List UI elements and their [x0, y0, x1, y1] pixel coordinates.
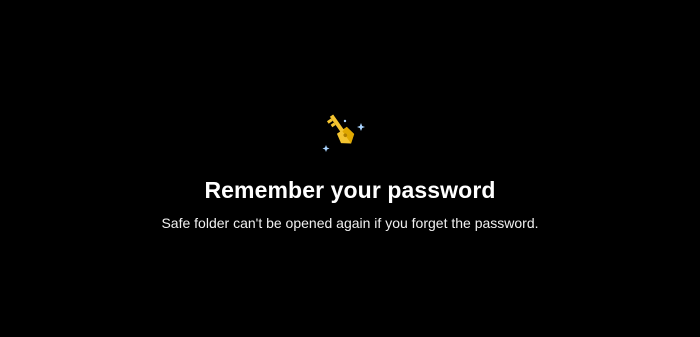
key-icon	[322, 114, 365, 152]
page-title: Remember your password	[204, 177, 496, 203]
key-illustration	[316, 106, 370, 158]
description-text: Safe folder can't be opened again if you…	[161, 215, 539, 231]
remember-password-screen: Remember your password Safe folder can't…	[0, 0, 700, 337]
